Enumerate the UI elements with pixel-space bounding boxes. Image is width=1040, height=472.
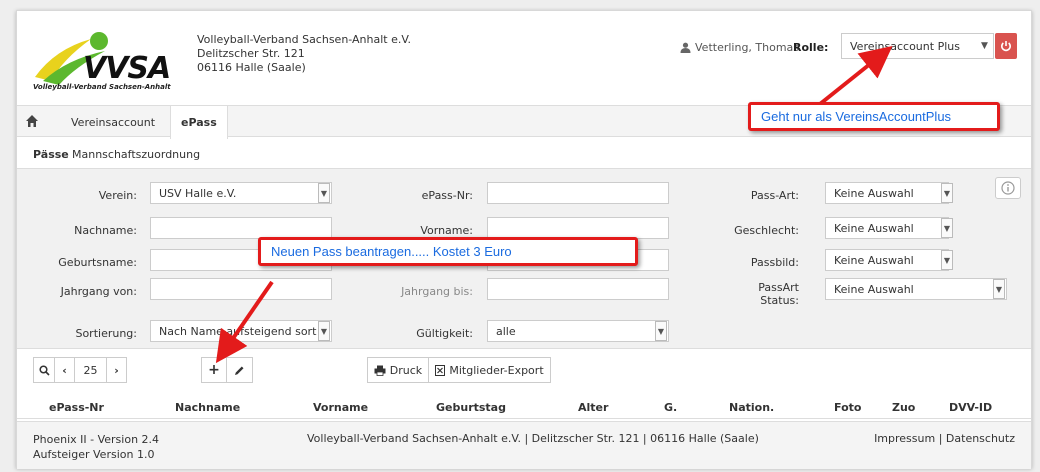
version-line-2: Aufsteiger Version 1.0 [33,448,155,461]
chevron-right-icon: › [114,363,119,377]
chevron-down-icon[interactable]: ▼ [318,321,330,341]
role-select[interactable]: Vereinsaccount Plus [841,33,977,59]
footer-address: Volleyball-Verband Sachsen-Anhalt e.V. |… [307,432,759,445]
user-icon [680,42,691,53]
edit-button[interactable] [227,357,253,383]
verein-label: Verein: [98,189,137,202]
subnav-mannschaftszuordnung[interactable]: Mannschaftszuordnung [72,148,200,161]
table-header: ePass-Nr Nachname Vorname Geburtstag Alt… [17,395,1031,419]
passart-status-select[interactable]: Keine Auswahl [825,278,1007,300]
geschlecht-label: Geschlecht: [734,224,799,237]
prev-page-button[interactable]: ‹ [55,357,75,383]
version-info: Phoenix II - Version 2.4 Aufsteiger Vers… [33,432,159,462]
search-button[interactable] [33,357,55,383]
org-address: Volleyball-Verband Sachsen-Anhalt e.V. D… [197,33,411,75]
print-icon [374,365,386,376]
nachname-label: Nachname: [74,224,137,237]
search-icon [38,364,50,376]
gueltigkeit-label: Gültigkeit: [416,327,473,340]
passbild-select[interactable]: Keine Auswahl [825,249,949,271]
logo-text: VVSA [83,51,171,86]
col-epass-nr[interactable]: ePass-Nr [49,401,104,414]
chevron-down-icon[interactable]: ▼ [941,218,953,238]
col-vorname[interactable]: Vorname [313,401,368,414]
callout-role: Geht nur als VereinsAccountPlus [748,102,1000,131]
footer-separator: | [938,432,943,445]
callout-new-pass: Neuen Pass beantragen..... Kostet 3 Euro [258,237,638,266]
chevron-left-icon: ‹ [62,363,67,377]
geschlecht-select[interactable]: Keine Auswahl [825,217,949,239]
jahrgang-bis-input[interactable] [487,278,669,300]
toolbar: ‹ 25 › + Druck Mitglieder-Export [17,351,1031,391]
impressum-link[interactable]: Impressum [874,432,935,445]
user-info[interactable]: Vetterling, Thomas [680,41,799,54]
user-name: Vetterling, Thomas [695,41,800,54]
add-pass-button[interactable]: + [201,357,227,383]
logo-subtitle: Volleyball-Verband Sachsen-Anhalt [33,83,171,91]
footer: Phoenix II - Version 2.4 Aufsteiger Vers… [17,421,1031,469]
sortierung-select[interactable]: Nach Name aufsteigend sort [150,320,332,342]
org-street: Delitzscher Str. 121 [197,47,305,60]
chevron-down-icon[interactable]: ▼ [318,183,330,203]
org-city: 06116 Halle (Saale) [197,61,306,74]
epass-nr-label: ePass-Nr: [421,189,473,202]
sortierung-label: Sortierung: [75,327,137,340]
passbild-label: Passbild: [750,256,799,269]
version-line-1: Phoenix II - Version 2.4 [33,433,160,446]
plus-icon: + [208,362,220,378]
home-icon[interactable] [25,114,39,128]
pencil-icon [235,366,244,375]
passart-status-label-line2: Status: [760,294,799,307]
col-zuo[interactable]: Zuo [892,401,915,414]
jahrgang-bis-label: Jahrgang bis: [401,285,473,298]
col-nation[interactable]: Nation. [729,401,774,414]
chevron-down-icon[interactable]: ▼ [941,183,953,203]
sub-navigation: Pässe Mannschaftszuordnung [17,137,1031,169]
role-label: Rolle: [793,41,829,54]
passart-status-label-line1: PassArt [758,281,799,294]
excel-icon [435,364,446,376]
info-icon [1001,181,1015,195]
tab-vereinsaccount[interactable]: Vereinsaccount [61,106,165,137]
print-button[interactable]: Druck [367,357,429,383]
tab-epass[interactable]: ePass [170,106,228,139]
export-label: Mitglieder-Export [449,363,544,377]
geburtsname-label: Geburtsname: [58,256,137,269]
passart-status-label: PassArt Status: [707,281,799,307]
chevron-down-icon[interactable]: ▼ [941,250,953,270]
chevron-down-icon[interactable]: ▼ [993,279,1005,299]
epass-nr-input[interactable] [487,182,669,204]
chevron-down-icon[interactable]: ▼ [976,33,994,59]
chevron-down-icon[interactable]: ▼ [655,321,667,341]
col-nachname[interactable]: Nachname [175,401,240,414]
footer-links: Impressum | Datenschutz [874,432,1015,445]
member-export-button[interactable]: Mitglieder-Export [429,357,551,383]
org-name: Volleyball-Verband Sachsen-Anhalt e.V. [197,33,411,46]
jahrgang-von-label: Jahrgang von: [60,285,137,298]
logout-button[interactable] [995,33,1017,59]
vorname-label: Vorname: [420,224,473,237]
nachname-input[interactable] [150,217,332,239]
print-label: Druck [389,363,423,377]
datenschutz-link[interactable]: Datenschutz [946,432,1015,445]
next-page-button[interactable]: › [107,357,127,383]
col-geschlecht[interactable]: G. [664,401,677,414]
gueltigkeit-select[interactable]: alle [487,320,669,342]
col-geburtstag[interactable]: Geburtstag [436,401,506,414]
pass-art-select[interactable]: Keine Auswahl [825,182,949,204]
page-size-field[interactable]: 25 [75,357,107,383]
col-foto[interactable]: Foto [834,401,861,414]
verein-select[interactable]: USV Halle e.V. [150,182,332,204]
col-dvv-id[interactable]: DVV-ID [949,401,992,414]
subnav-paesse[interactable]: Pässe [33,148,69,161]
header: VVSA Volleyball-Verband Sachsen-Anhalt V… [17,11,1031,103]
pass-art-label: Pass-Art: [750,189,799,202]
info-button[interactable] [995,177,1021,199]
vvsa-logo[interactable]: VVSA Volleyball-Verband Sachsen-Anhalt [33,29,173,93]
jahrgang-von-input[interactable] [150,278,332,300]
vorname-input[interactable] [487,217,669,239]
power-icon [1001,41,1011,52]
col-alter[interactable]: Alter [578,401,608,414]
